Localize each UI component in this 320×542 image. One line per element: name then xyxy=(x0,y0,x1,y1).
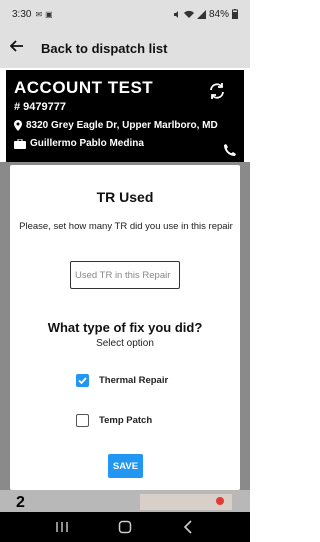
mail-icon: ✉ xyxy=(35,9,43,19)
location-pin-icon xyxy=(14,120,22,131)
refresh-icon[interactable] xyxy=(208,82,226,100)
dialog-title: TR Used xyxy=(96,189,154,205)
home-icon[interactable] xyxy=(113,518,137,536)
signal-icon xyxy=(196,9,206,19)
briefcase-icon xyxy=(14,138,26,149)
tr-used-dialog: TR Used Please, set how many TR did you … xyxy=(10,165,240,490)
save-button[interactable]: SAVE xyxy=(108,454,143,478)
fix-type-title: What type of fix you did? xyxy=(47,320,203,335)
system-nav-bar xyxy=(0,512,250,542)
account-address-row: 8320 Grey Eagle Dr, Upper Marlboro, MD xyxy=(14,120,236,131)
battery-level: 84% xyxy=(208,8,229,20)
back-arrow-icon[interactable] xyxy=(2,39,32,57)
next-item-number: 2 xyxy=(16,494,25,511)
temp-patch-checkbox[interactable] xyxy=(76,414,89,427)
app-header: Back to dispatch list xyxy=(0,28,250,68)
thermal-repair-checkbox[interactable] xyxy=(76,374,89,387)
back-nav-icon[interactable] xyxy=(176,518,200,536)
account-name: ACCOUNT TEST xyxy=(14,78,154,97)
header-title[interactable]: Back to dispatch list xyxy=(41,41,167,56)
battery-icon xyxy=(232,9,238,19)
status-time: 3:30 xyxy=(12,8,32,20)
account-card: ACCOUNT TEST # 9479777 8320 Grey Eagle D… xyxy=(6,70,244,162)
account-address: 8320 Grey Eagle Dr, Upper Marlboro, MD xyxy=(26,120,218,131)
option-thermal-repair[interactable]: Thermal Repair xyxy=(76,374,168,387)
technician-name: Guillermo Pablo Medina xyxy=(30,138,144,149)
technician-row: Guillermo Pablo Medina xyxy=(14,138,236,149)
status-icons: 84% xyxy=(173,9,238,20)
image-icon: ▣ xyxy=(45,9,53,19)
mute-icon xyxy=(173,10,178,18)
account-number: # 9479777 xyxy=(14,101,66,113)
recent-apps-icon[interactable] xyxy=(50,518,74,536)
phone-icon[interactable] xyxy=(224,144,236,156)
checkmark-icon xyxy=(78,377,87,385)
tr-used-input[interactable] xyxy=(70,261,180,289)
temp-patch-label: Temp Patch xyxy=(99,415,153,426)
fix-type-subtitle: Select option xyxy=(96,338,154,349)
dialog-instruction: Please, set how many TR did you use in t… xyxy=(19,221,233,232)
thermal-repair-label: Thermal Repair xyxy=(99,375,169,386)
wifi-icon xyxy=(183,10,194,18)
marker-dot-icon xyxy=(216,497,224,505)
option-temp-patch[interactable]: Temp Patch xyxy=(76,414,152,427)
status-bar: 3:30 ✉ ▣ 84% xyxy=(0,0,250,28)
